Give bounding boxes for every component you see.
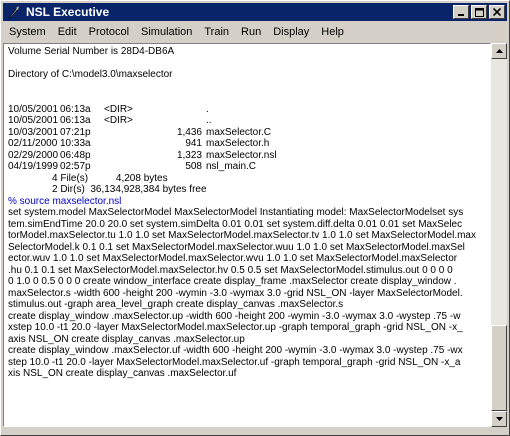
menu-simulation[interactable]: Simulation (135, 22, 198, 42)
menu-help[interactable]: Help (315, 22, 350, 42)
entry-dir (104, 150, 144, 162)
output-line: torModel.maxSelector.tu 1.0 1.0 set MaxS… (8, 230, 476, 241)
entry-dir: <DIR> (104, 103, 133, 115)
maximize-icon (474, 7, 484, 17)
entry-size (144, 115, 206, 127)
dir-entry: 10/05/2001 06:13a <DIR> . (8, 104, 486, 116)
entry-name: maxSelector.nsl (206, 149, 277, 161)
feather-icon[interactable] (6, 4, 22, 20)
entry-size: 1,323 (176, 149, 202, 161)
menu-system[interactable]: System (3, 22, 52, 42)
window-title: NSL Executive (26, 5, 110, 19)
output-line: axis NSL_ON create display_canvas .maxSe… (8, 333, 245, 345)
menu-edit[interactable]: Edit (52, 22, 83, 42)
entry-name: nsl_main.C (206, 161, 257, 172)
output-line: 0 1.0 0 0.5 0 0 0 create window_interfac… (8, 276, 457, 287)
files-summary: 4 File(s) 4,208 bytes (52, 172, 168, 184)
output-line: create display_window .maxSelector.uf -w… (8, 345, 463, 356)
dir-entry: 02/29/2000 06:48p 1,323 maxSelector.nsl (8, 150, 486, 162)
entry-time: 02:57p (60, 161, 91, 172)
entry-date: 02/11/2000 (8, 138, 58, 149)
output-line: SelectorModel.k 0.1 0.1 set MaxSelectorM… (8, 241, 465, 253)
nsl-executive-window: NSL Executive System Edit Protocol Simul… (0, 0, 510, 436)
menu-protocol[interactable]: Protocol (83, 22, 135, 42)
arrow-down-icon (495, 417, 503, 421)
dir-entry: 10/05/2001 06:13a <DIR> .. (8, 115, 486, 127)
entry-time: 06:13a (60, 115, 91, 126)
entry-time: 06:13a (60, 103, 91, 115)
entry-name: .. (206, 115, 212, 126)
output-line: ector.wuv 1.0 1.0 set MaxSelectorModel.m… (8, 253, 458, 264)
arrow-up-icon (495, 49, 503, 53)
output-line: maxSelector.s -width 600 -height 200 -wy… (8, 287, 463, 299)
entry-date: 10/05/2001 (8, 115, 59, 126)
entry-name: . (206, 103, 209, 115)
entry-date: 10/03/2001 (8, 126, 59, 138)
dir-entry: 10/03/2001 07:21p 1,436 maxSelector.C (8, 127, 486, 139)
entry-size (144, 104, 206, 116)
entry-time: 10:33a (60, 138, 91, 149)
output-line: step 10.0 -t1 20.0 -layer MaxSelectorMod… (8, 356, 461, 368)
entry-time: 06:48p (60, 149, 91, 161)
entry-dir (104, 138, 144, 150)
volume-serial-line: Volume Serial Number is 28D4-DB6A (8, 46, 175, 57)
scroll-down-button[interactable] (491, 411, 507, 427)
output-line: xstep 10.0 -t1 20.0 -layer MaxSelectorMo… (8, 322, 463, 333)
entry-date: 02/29/2000 (8, 149, 59, 161)
dirs-summary: 2 Dir(s) 36,134,928,384 bytes free (52, 184, 207, 195)
entry-date: 10/05/2001 (8, 103, 59, 115)
directory-line: Directory of C:\model3.0\maxselector (8, 69, 173, 80)
command-prompt[interactable]: % (8, 380, 486, 392)
title-bar[interactable]: NSL Executive (3, 3, 507, 21)
dir-entry: 04/19/1999 02:57p 508 nsl_main.C (8, 161, 486, 173)
dir-entry: 02/11/2000 10:33a 941 maxSelector.h (8, 138, 486, 150)
entry-dir: <DIR> (104, 115, 133, 126)
close-button[interactable] (489, 5, 505, 19)
menu-bar: System Edit Protocol Simulation Train Ru… (3, 22, 507, 42)
entry-size: 1,436 (176, 126, 202, 138)
menu-run[interactable]: Run (235, 22, 267, 42)
menu-train[interactable]: Train (198, 22, 235, 42)
output-line: stimulus.out -graph area_level_graph cre… (8, 299, 344, 310)
minimize-icon (458, 14, 464, 16)
close-icon (493, 8, 501, 16)
output-line: create display_window .maxSelector.up -w… (8, 310, 461, 322)
console-output[interactable]: Volume Serial Number is 28D4-DB6A Direct… (3, 43, 491, 427)
scroll-thumb[interactable] (491, 325, 507, 411)
minimize-button[interactable] (453, 5, 469, 19)
entry-name: maxSelector.C (206, 126, 272, 138)
entry-size: 941 (185, 138, 202, 149)
entry-dir (104, 127, 144, 139)
entry-size: 508 (185, 161, 202, 172)
output-line: tem.simEndTime 20.0 20.0 set system.simD… (8, 218, 463, 230)
vertical-scrollbar[interactable] (491, 43, 507, 427)
entry-name: maxSelector.h (206, 138, 270, 149)
scroll-up-button[interactable] (491, 43, 507, 59)
source-command: % source maxselector.nsl (8, 195, 122, 207)
maximize-button[interactable] (471, 5, 487, 19)
output-line: .hu 0.1 0.1 set MaxSelectorModel.maxSele… (8, 264, 453, 276)
menu-display[interactable]: Display (267, 22, 315, 42)
output-line: xis NSL_ON create display_canvas .maxSel… (8, 368, 237, 379)
entry-dir (104, 161, 144, 173)
entry-time: 07:21p (60, 126, 91, 138)
entry-date: 04/19/1999 (8, 161, 59, 172)
output-line: set system.model MaxSelectorModel MaxSel… (8, 207, 464, 218)
